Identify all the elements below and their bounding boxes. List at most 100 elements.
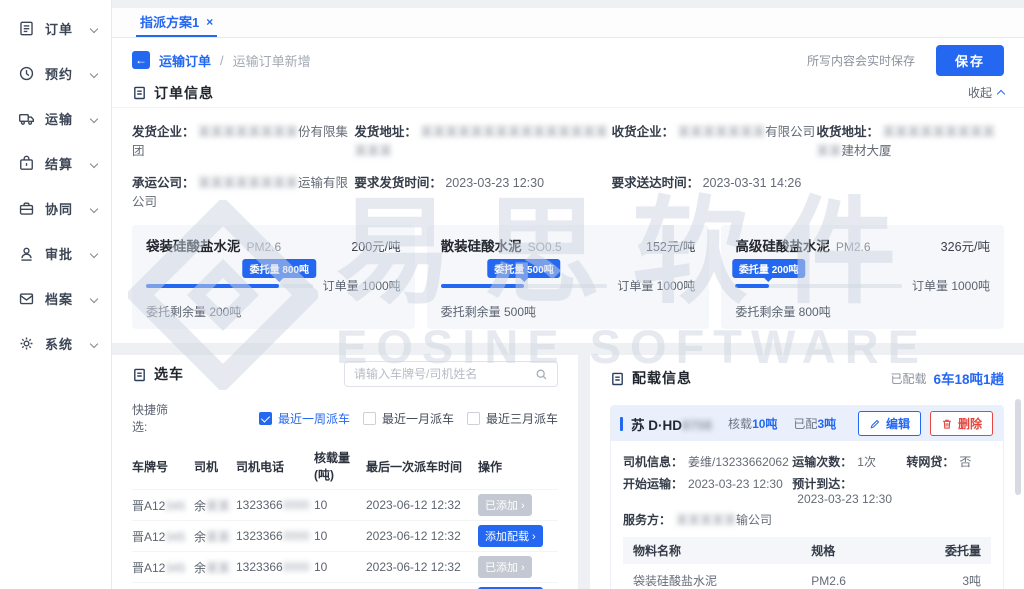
redacted-text: 某某某某某某某某 bbox=[198, 176, 298, 190]
progress-fill bbox=[146, 284, 279, 288]
chevron-down-icon bbox=[90, 249, 98, 257]
vehicle-search-box[interactable] bbox=[344, 361, 558, 387]
redacted-text: 345 bbox=[165, 499, 185, 513]
sidebar-item-label: 档案 bbox=[45, 289, 73, 308]
redacted-text: 某某 bbox=[206, 530, 230, 544]
info-label: 服务方： bbox=[623, 513, 671, 527]
redacted-text: 8708 bbox=[682, 418, 712, 433]
field-value: 2023-03-23 12:30 bbox=[445, 176, 544, 190]
product-progress: 委托量 500吨订单量 1000吨 bbox=[441, 277, 696, 294]
breadcrumb-link[interactable]: 运输订单 bbox=[159, 51, 211, 70]
field-label: 收货地址： bbox=[817, 125, 883, 139]
sidebar-item-label: 系统 bbox=[45, 334, 73, 353]
table-row: 晋A12345余某某13233660000102023-06-12 12:32已… bbox=[132, 552, 558, 583]
progress-track: 委托量 200吨 bbox=[735, 284, 902, 288]
remaining-quantity-label: 委托剩余量 800吨 bbox=[735, 303, 990, 320]
info-value-text: 2023-03-23 12:30 bbox=[797, 492, 892, 506]
sidebar-menu: 订单预约运输结算协同审批档案系统 bbox=[0, 6, 111, 366]
mail-icon bbox=[18, 290, 35, 307]
material-spec: PM2.6 bbox=[801, 564, 895, 589]
added-button: 已添加 › bbox=[478, 494, 532, 516]
column-header: 司机 bbox=[194, 442, 236, 490]
info-value: 2023-03-23 12:30 bbox=[688, 477, 783, 491]
order-field-0: 发货企业： 某某某某某某某某份有限集团 bbox=[132, 121, 354, 159]
product-card-2: 高级硅酸盐水泥PM2.6326元/吨委托量 200吨订单量 1000吨委托剩余量… bbox=[721, 225, 1004, 329]
column-header: 最后一次派车时间 bbox=[366, 442, 478, 490]
checkbox-icon[interactable] bbox=[363, 412, 376, 425]
scrollbar-thumb[interactable] bbox=[1015, 399, 1021, 495]
field-label: 要求发货时间： bbox=[354, 176, 445, 190]
accent-bar bbox=[620, 417, 623, 431]
edit-label: 编辑 bbox=[886, 415, 910, 432]
field-value-text: 2023-03-23 12:30 bbox=[445, 176, 544, 190]
column-header: 车牌号 bbox=[132, 442, 194, 490]
chevron-up-icon bbox=[997, 90, 1005, 98]
info-value-text: 2023-03-23 12:30 bbox=[688, 477, 783, 491]
order-field-1: 发货地址： 某某某某某某某某某某某某某某某某某某 bbox=[354, 121, 611, 159]
info-label: 开始运输： bbox=[623, 477, 683, 491]
product-spec: PM2.6 bbox=[247, 240, 282, 254]
breadcrumb-current: 运输订单新增 bbox=[233, 51, 311, 70]
collapse-toggle[interactable]: 收起 bbox=[968, 84, 1004, 101]
filter-checkbox-0[interactable]: 最近一周派车 bbox=[259, 410, 350, 427]
load-card-header: 苏 D·HD8708核载10吨已配3吨编辑删除 bbox=[611, 406, 1003, 441]
save-button[interactable]: 保存 bbox=[936, 45, 1004, 76]
driver-text: 余 bbox=[194, 530, 206, 544]
capacity-value: 10吨 bbox=[752, 417, 777, 431]
sidebar-item-orders[interactable]: 订单 bbox=[0, 6, 111, 51]
order-quantity-label: 订单量 1000吨 bbox=[912, 277, 990, 294]
field-value-text: 建材大厦 bbox=[842, 144, 892, 158]
product-card-0: 袋装硅酸盐水泥PM2.6200元/吨委托量 800吨订单量 1000吨委托剩余量… bbox=[132, 225, 415, 329]
table-row: 晋A12345余某某13233660000102023-06-12 12:32添… bbox=[132, 583, 558, 589]
filter-label: 最近三月派车 bbox=[486, 410, 558, 427]
checkbox-checked-icon[interactable] bbox=[259, 412, 272, 425]
delete-button[interactable]: 删除 bbox=[930, 411, 993, 436]
order-field-4: 承运公司： 某某某某某某某某运输有限公司 bbox=[132, 172, 354, 210]
info-field: 运输次数：1次 bbox=[792, 453, 906, 470]
capacity-label: 核载10吨 bbox=[728, 415, 777, 432]
redacted-text: 某某某某某某某某 bbox=[198, 125, 298, 139]
sidebar-item-archives[interactable]: 档案 bbox=[0, 276, 111, 321]
breadcrumb: ← 运输订单 / 运输订单新增 所写内容会实时保存 保存 bbox=[132, 44, 1004, 76]
tab-dispatch-plan[interactable]: 指派方案1 × bbox=[136, 8, 217, 37]
cell-load: 10 bbox=[314, 583, 366, 589]
redacted-text: 某某某某某 bbox=[676, 513, 736, 527]
back-button[interactable]: ← bbox=[132, 51, 150, 69]
product-card-head: 高级硅酸盐水泥PM2.6326元/吨 bbox=[735, 235, 990, 255]
vehicle-table: 车牌号司机司机电话核载量(吨)最后一次派车时间操作 晋A12345余某某1323… bbox=[132, 442, 558, 589]
committed-tooltip: 委托量 200吨 bbox=[732, 259, 805, 278]
autosave-note: 所写内容会实时保存 bbox=[807, 52, 915, 69]
search-input[interactable] bbox=[354, 367, 535, 381]
quick-filter-label: 快捷筛选: bbox=[132, 401, 171, 435]
loaded-label: 已配3吨 bbox=[793, 415, 836, 432]
sidebar-item-appointments[interactable]: 预约 bbox=[0, 51, 111, 96]
filter-checkbox-2[interactable]: 最近三月派车 bbox=[467, 410, 558, 427]
edit-button[interactable]: 编辑 bbox=[858, 411, 921, 436]
sidebar-item-approval[interactable]: 审批 bbox=[0, 231, 111, 276]
add-load-button[interactable]: 添加配载 › bbox=[478, 525, 543, 547]
field-label: 要求送达时间： bbox=[612, 176, 703, 190]
load-card-body: 司机信息：姜维/13233662062运输次数：1次转网贷：否开始运输：2023… bbox=[611, 441, 1003, 589]
chevron-down-icon bbox=[90, 24, 98, 32]
cell-last-dispatch: 2023-06-12 12:32 bbox=[366, 521, 478, 552]
cell-phone: 13233660000 bbox=[236, 521, 314, 552]
cell-load: 10 bbox=[314, 490, 366, 521]
sidebar-item-system[interactable]: 系统 bbox=[0, 321, 111, 366]
material-table: 物料名称规格委托量袋装硅酸盐水泥PM2.63吨 bbox=[623, 537, 991, 589]
product-price: 200元/吨 bbox=[351, 236, 400, 255]
sidebar-item-settlement[interactable]: 结算 bbox=[0, 141, 111, 186]
sidebar-item-transport[interactable]: 运输 bbox=[0, 96, 111, 141]
remaining-quantity-label: 委托剩余量 500吨 bbox=[441, 303, 696, 320]
field-label: 承运公司： bbox=[132, 176, 198, 190]
checkbox-icon[interactable] bbox=[467, 412, 480, 425]
sidebar-item-label: 审批 bbox=[45, 244, 73, 263]
cell-action: 已添加 › bbox=[478, 552, 558, 583]
sidebar-item-collaboration[interactable]: 协同 bbox=[0, 186, 111, 231]
order-field-5: 要求发货时间： 2023-03-23 12:30 bbox=[354, 172, 611, 210]
tab-close-icon[interactable]: × bbox=[206, 15, 213, 29]
breadcrumb-separator: / bbox=[220, 53, 224, 68]
search-icon[interactable] bbox=[535, 368, 548, 381]
info-row: 服务方：某某某某某输公司 bbox=[623, 511, 991, 528]
product-price: 326元/吨 bbox=[941, 236, 990, 255]
filter-checkbox-1[interactable]: 最近一月派车 bbox=[363, 410, 454, 427]
